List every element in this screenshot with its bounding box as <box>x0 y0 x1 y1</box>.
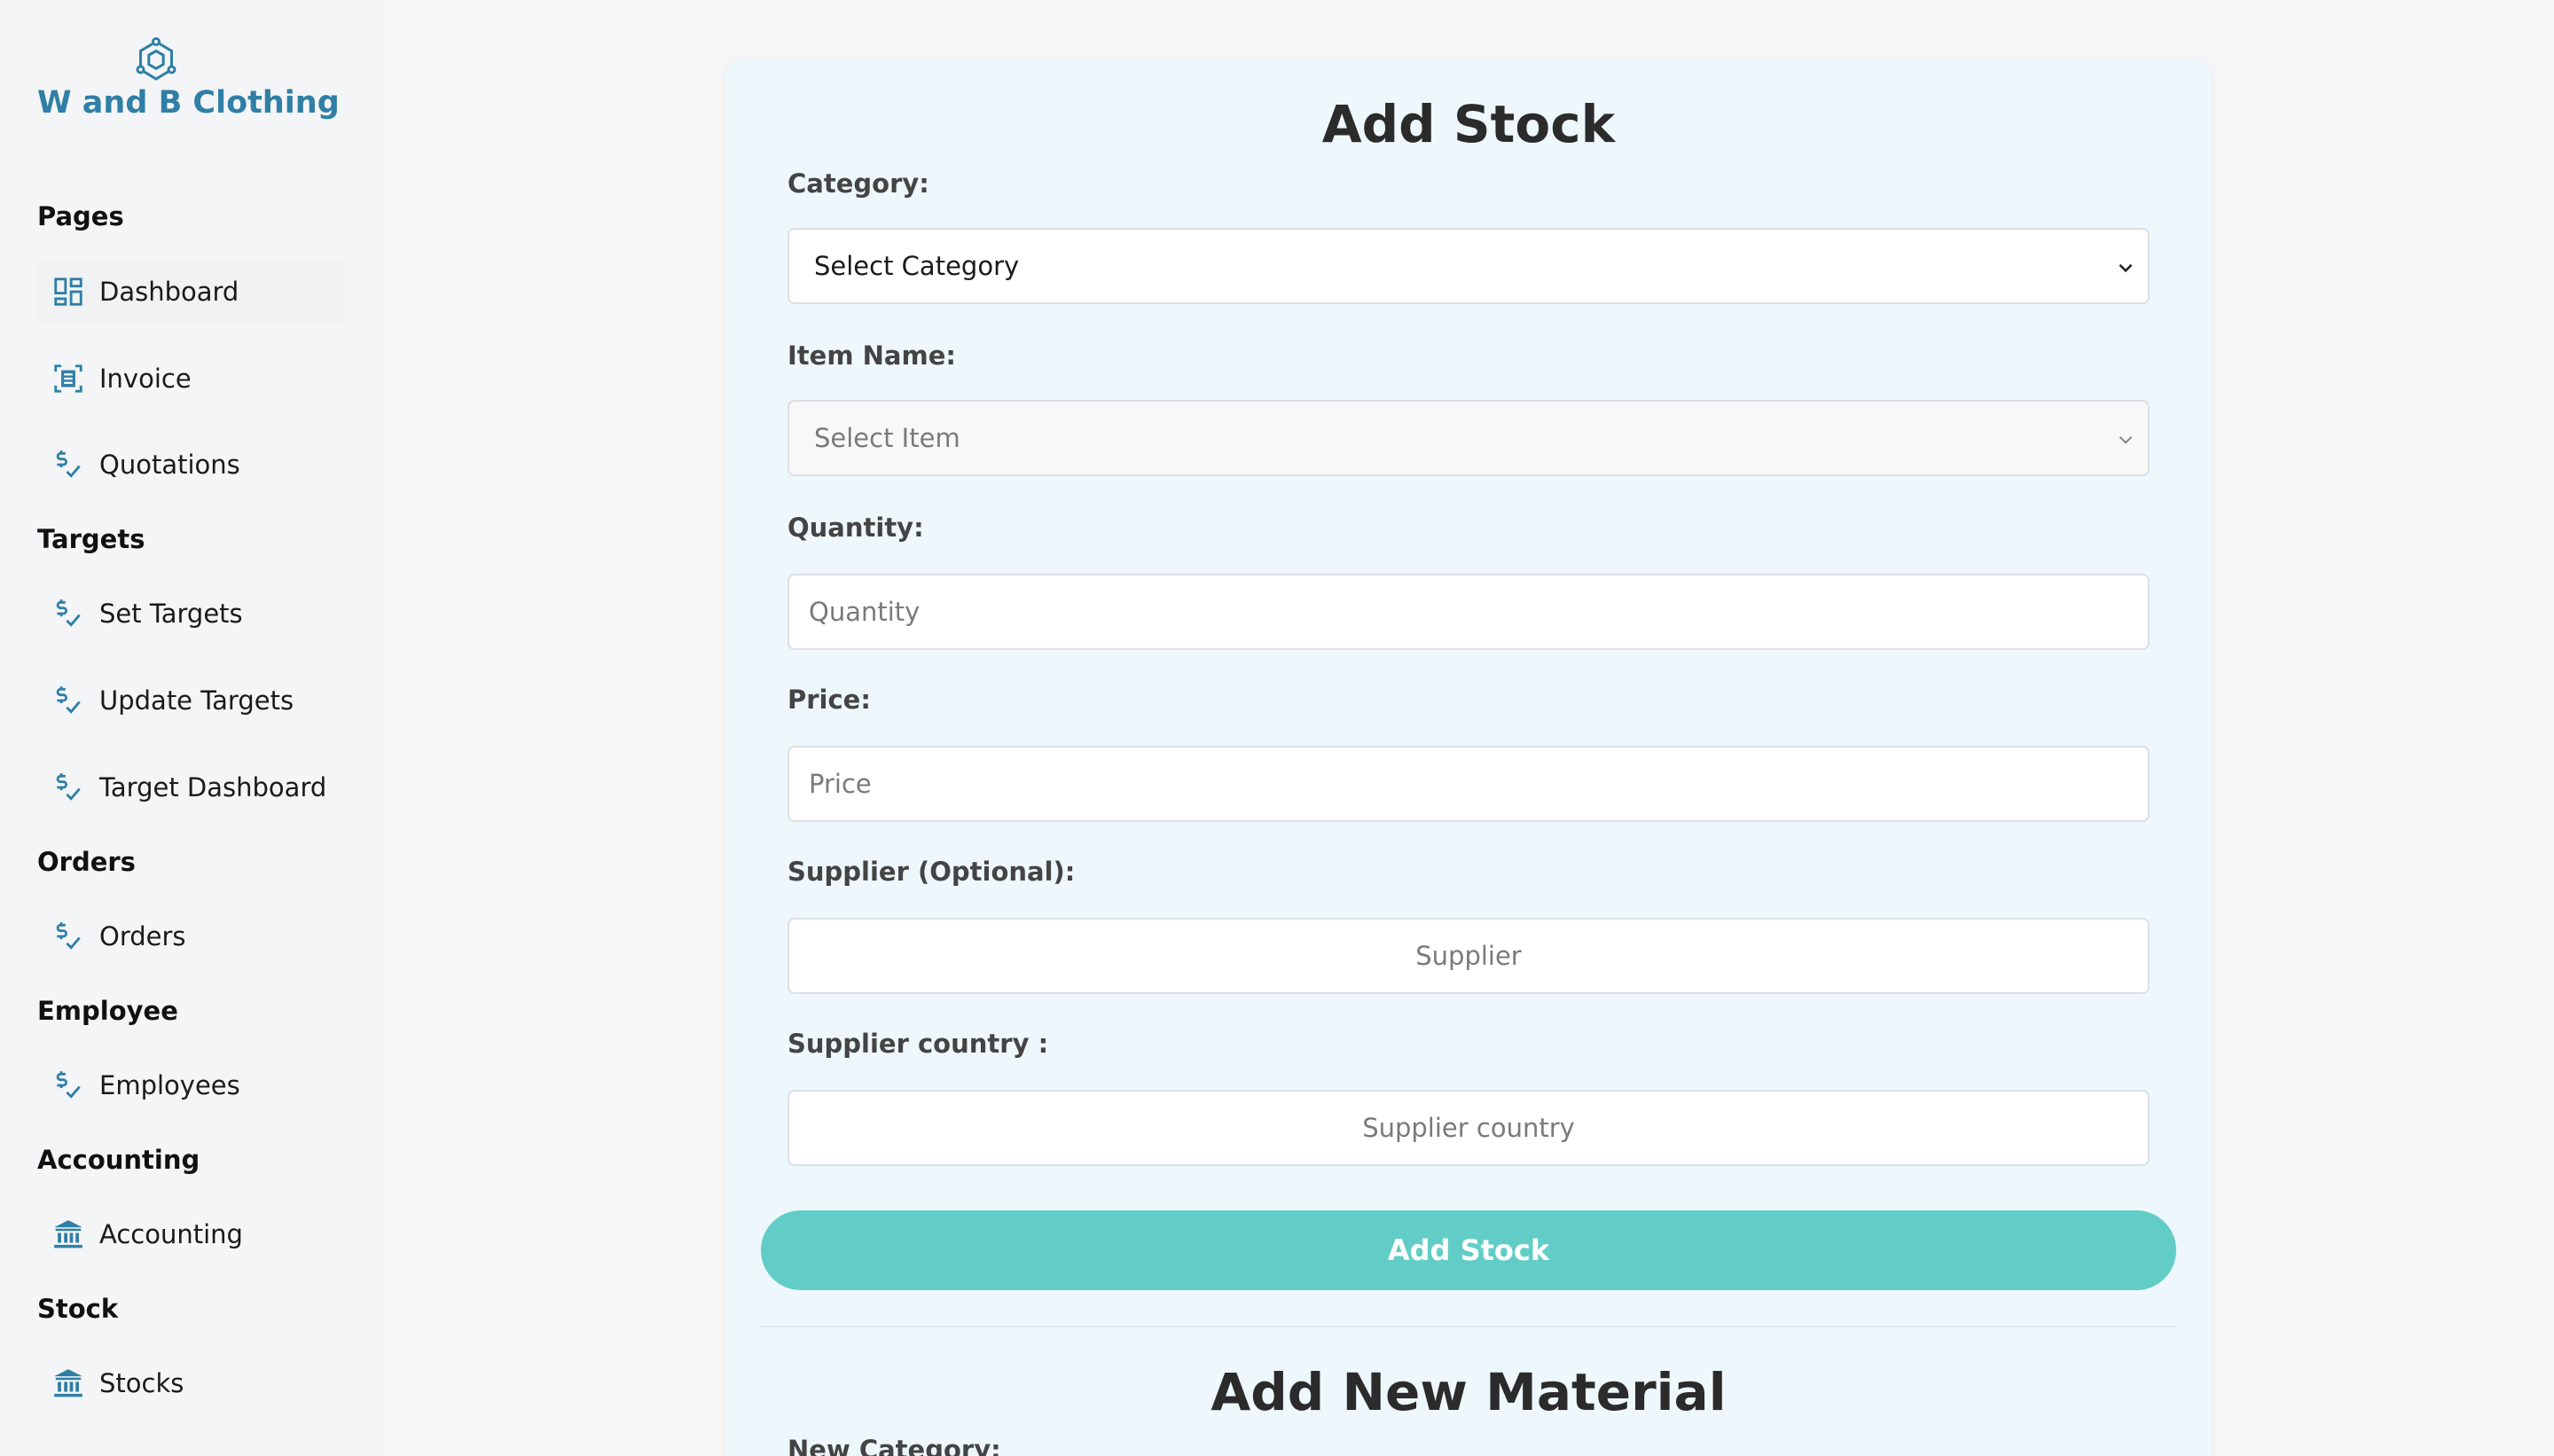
sidebar-item-label: Set Targets <box>99 599 243 629</box>
dollar-check-icon <box>37 905 99 967</box>
quantity-label: Quantity: <box>787 513 924 543</box>
supplier-country-label: Supplier country : <box>787 1029 1049 1059</box>
dollar-check-icon <box>37 756 99 818</box>
sidebar-item-invoice[interactable]: Invoice <box>37 348 344 410</box>
dashboard-icon <box>37 261 99 323</box>
sidebar-item-label: Update Targets <box>99 685 294 716</box>
dollar-check-icon <box>37 583 99 645</box>
supplier-country-input[interactable]: Supplier country <box>787 1090 2150 1166</box>
chevron-down-icon <box>2119 263 2133 273</box>
sidebar-item-label: Employees <box>99 1070 240 1100</box>
price-placeholder: Price <box>809 769 872 799</box>
supplier-country-placeholder: Supplier country <box>1362 1113 1575 1143</box>
item-name-label: Item Name: <box>787 341 956 371</box>
sidebar-item-label: Invoice <box>99 364 192 394</box>
item-name-select-value: Select Item <box>814 423 960 453</box>
dollar-check-icon <box>37 669 99 732</box>
section-title-employee: Employee <box>37 996 178 1026</box>
section-title-stock: Stock <box>37 1294 119 1324</box>
sidebar-item-label: Accounting <box>99 1219 243 1249</box>
category-label: Category: <box>787 168 929 199</box>
sidebar-item-label: Dashboard <box>99 277 239 307</box>
bank-icon <box>37 1203 99 1265</box>
brand-name: W and B Clothing <box>37 85 340 121</box>
supplier-input[interactable]: Supplier <box>787 918 2150 994</box>
section-title-targets: Targets <box>37 524 145 554</box>
bank-icon <box>37 1352 99 1414</box>
sidebar: W and B Clothing Pages Dashboard Invoice… <box>0 0 383 1456</box>
sidebar-item-label: Stocks <box>99 1368 184 1398</box>
hexagon-logo-icon <box>136 36 176 81</box>
invoice-icon <box>37 348 99 410</box>
divider <box>761 1326 2176 1327</box>
supplier-placeholder: Supplier <box>1415 941 1522 971</box>
sidebar-item-update-targets[interactable]: Update Targets <box>37 669 344 732</box>
sidebar-item-set-targets[interactable]: Set Targets <box>37 583 344 645</box>
item-name-select[interactable]: Select Item <box>787 400 2150 476</box>
dollar-check-icon <box>37 434 99 496</box>
page-title: Add Stock <box>1321 94 1616 154</box>
section-title-accounting: Accounting <box>37 1145 200 1175</box>
quantity-input[interactable]: Quantity <box>787 574 2150 650</box>
dollar-check-icon <box>37 1054 99 1116</box>
category-select-value: Select Category <box>814 251 1020 281</box>
sidebar-item-label: Orders <box>99 921 186 951</box>
sidebar-item-label: Quotations <box>99 450 240 480</box>
sidebar-item-accounting[interactable]: Accounting <box>37 1203 344 1265</box>
quantity-placeholder: Quantity <box>809 597 921 627</box>
sidebar-item-quotations[interactable]: Quotations <box>37 434 344 496</box>
price-label: Price: <box>787 685 871 715</box>
sidebar-item-dashboard[interactable]: Dashboard <box>37 261 344 323</box>
add-stock-button[interactable]: Add Stock <box>761 1210 2176 1290</box>
sidebar-item-target-dashboard[interactable]: Target Dashboard <box>37 756 344 818</box>
add-stock-card: Add Stock Category: Select Category Item… <box>725 60 2212 1456</box>
supplier-label: Supplier (Optional): <box>787 857 1076 887</box>
sidebar-item-orders[interactable]: Orders <box>37 905 344 967</box>
chevron-down-icon <box>2119 435 2133 444</box>
new-category-label: New Category: <box>787 1435 1001 1456</box>
section-title-orders: Orders <box>37 847 136 877</box>
add-new-material-title: Add New Material <box>1210 1362 1727 1422</box>
price-input[interactable]: Price <box>787 746 2150 822</box>
sidebar-item-label: Target Dashboard <box>99 772 327 802</box>
sidebar-item-stocks[interactable]: Stocks <box>37 1352 344 1414</box>
section-title-pages: Pages <box>37 201 124 231</box>
category-select[interactable]: Select Category <box>787 228 2150 304</box>
sidebar-item-employees[interactable]: Employees <box>37 1054 344 1116</box>
